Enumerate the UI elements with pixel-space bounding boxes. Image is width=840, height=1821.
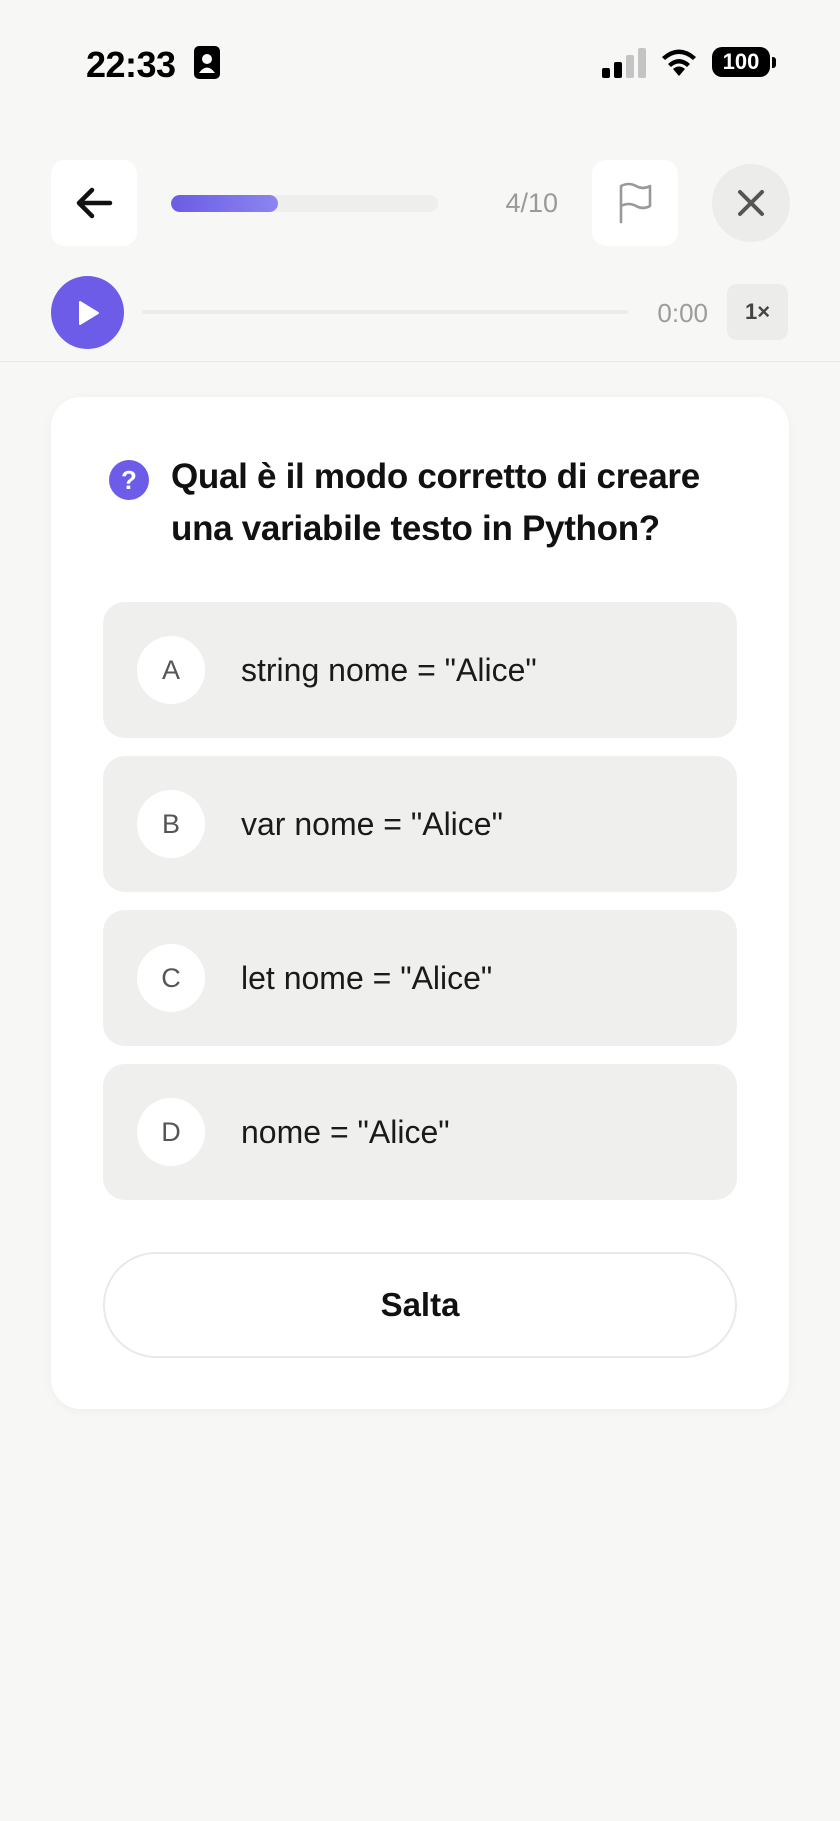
skip-button[interactable]: Salta	[103, 1252, 737, 1358]
play-icon	[78, 300, 99, 325]
option-letter: B	[137, 790, 205, 858]
quiz-header: 4/10	[0, 160, 840, 248]
close-icon	[738, 190, 764, 216]
playback-speed-button[interactable]: 1×	[727, 284, 788, 340]
audio-scrubber[interactable]	[142, 310, 628, 314]
battery-nub	[772, 57, 776, 68]
audio-player: 0:00 1×	[0, 276, 840, 349]
question-mark-icon: ?	[109, 460, 149, 500]
option-a[interactable]: A string nome = "Alice"	[103, 602, 737, 738]
contact-card-icon	[194, 46, 220, 79]
play-button[interactable]	[51, 276, 124, 349]
battery-icon: 100	[712, 47, 770, 77]
divider	[0, 361, 840, 362]
progress-bar	[171, 195, 438, 212]
option-text: let nome = "Alice"	[241, 959, 493, 996]
option-text: string nome = "Alice"	[241, 651, 537, 688]
flag-icon	[619, 182, 652, 224]
option-b[interactable]: B var nome = "Alice"	[103, 756, 737, 892]
arrow-left-icon	[76, 187, 113, 219]
status-bar: 22:33 100	[0, 0, 840, 125]
question-text: Qual è il modo corretto di creare una va…	[171, 457, 700, 548]
option-letter: A	[137, 636, 205, 704]
cellular-signal-icon	[602, 48, 646, 78]
question-card: ? Qual è il modo corretto di creare una …	[51, 397, 789, 1409]
option-c[interactable]: C let nome = "Alice"	[103, 910, 737, 1046]
option-text: var nome = "Alice"	[241, 805, 503, 842]
progress-fill	[171, 195, 278, 212]
status-time: 22:33	[86, 44, 176, 85]
answer-options: A string nome = "Alice" B var nome = "Al…	[103, 602, 737, 1218]
audio-time: 0:00	[657, 298, 708, 328]
flag-button[interactable]	[592, 160, 678, 246]
progress-count: 4/10	[505, 188, 558, 218]
option-d[interactable]: D nome = "Alice"	[103, 1064, 737, 1200]
option-text: nome = "Alice"	[241, 1113, 450, 1150]
option-letter: C	[137, 944, 205, 1012]
close-button[interactable]	[712, 164, 790, 242]
option-letter: D	[137, 1098, 205, 1166]
back-button[interactable]	[51, 160, 137, 246]
wifi-icon	[662, 49, 696, 76]
